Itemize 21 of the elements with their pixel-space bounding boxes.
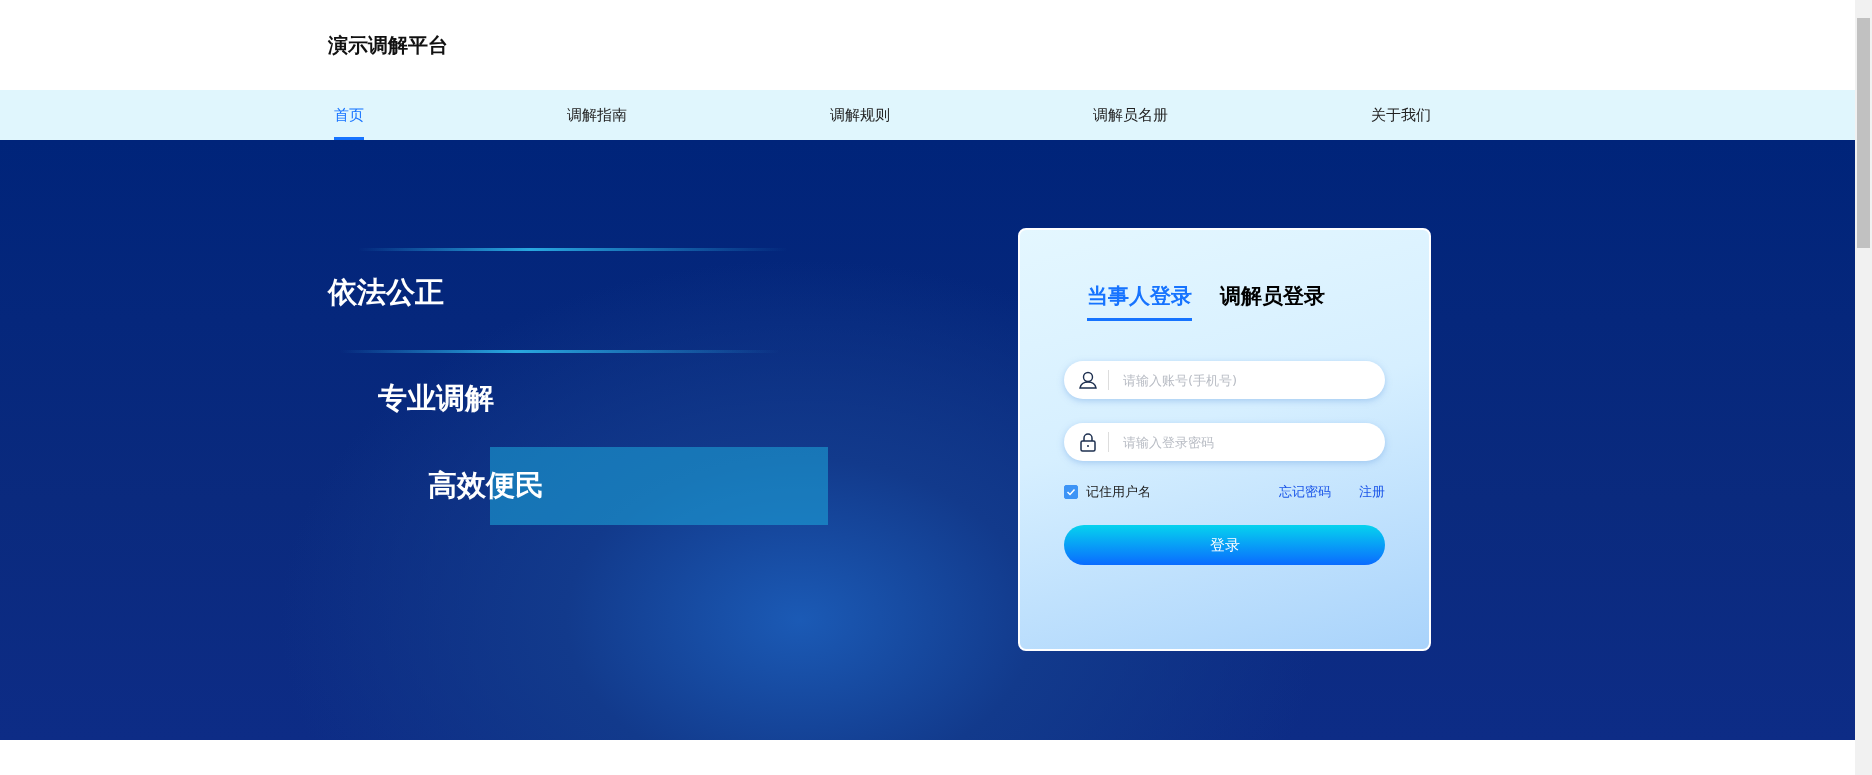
link[interactable]: 注册: [1359, 483, 1385, 501]
nav-link[interactable]: 关于我们: [1371, 90, 1431, 140]
scrollbar-thumb[interactable]: [1857, 18, 1870, 248]
link[interactable]: 忘记密码: [1279, 483, 1331, 501]
slogan: 专业调解: [378, 380, 495, 417]
lock-icon: [1078, 432, 1098, 452]
slogan: 依法公正: [328, 274, 445, 311]
input-field[interactable]: 请输入账号(手机号): [1064, 361, 1385, 399]
nav-link[interactable]: 调解员名册: [1093, 90, 1168, 140]
check-icon: [1066, 487, 1076, 497]
checkbox-label: 记住用户名: [1086, 483, 1151, 501]
user-icon: [1078, 370, 1098, 390]
site-title: 演示调解平台: [328, 31, 448, 59]
login-tab[interactable]: 调解员登录: [1220, 282, 1325, 321]
login-tab[interactable]: 当事人登录: [1087, 282, 1192, 321]
nav-link[interactable]: 调解指南: [567, 90, 627, 140]
slogan: 高效便民: [428, 467, 544, 504]
checkbox[interactable]: [1064, 485, 1078, 499]
scrollbar[interactable]: [1855, 0, 1872, 775]
nav-link[interactable]: 调解规则: [830, 90, 890, 140]
input-field[interactable]: 请输入登录密码: [1064, 423, 1385, 461]
